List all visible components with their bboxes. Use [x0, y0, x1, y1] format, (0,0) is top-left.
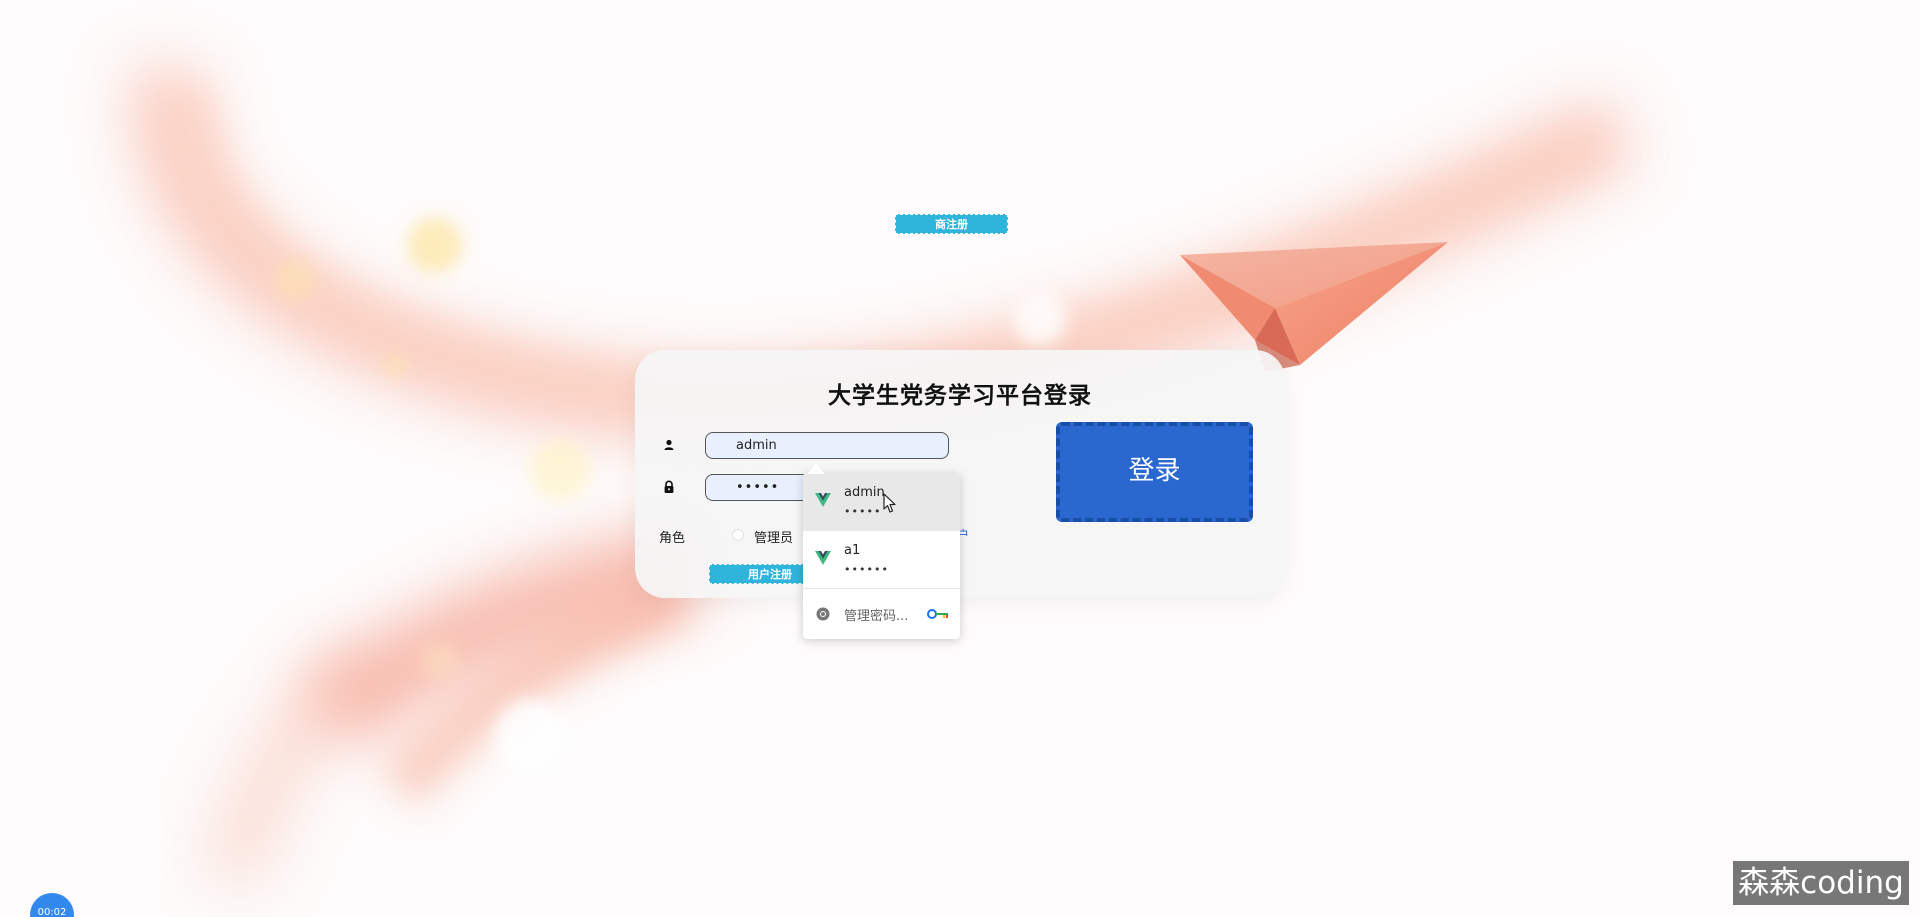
manage-passwords-item[interactable]: 管理密码...	[803, 590, 960, 639]
saved-credential-item[interactable]: a1 ••••••	[803, 531, 960, 589]
username-input[interactable]	[705, 432, 949, 459]
dropdown-caret	[807, 464, 825, 474]
vue-logo-icon	[815, 551, 831, 565]
manage-passwords-label: 管理密码...	[844, 609, 909, 624]
mouse-cursor-icon	[883, 493, 896, 513]
login-card: 大学生党务学习平台登录 角色 管理员 户 用户注册 登录	[635, 350, 1285, 598]
role-option-admin-label[interactable]: 管理员	[754, 527, 793, 546]
role-label: 角色	[659, 531, 686, 546]
key-icon	[927, 609, 948, 619]
saved-username: admin	[844, 485, 885, 500]
saved-username: a1	[844, 543, 861, 558]
role-radio-admin[interactable]	[732, 529, 744, 541]
page-title: 大学生党务学习平台登录	[828, 383, 1092, 409]
saved-credential-item[interactable]: admin •••••	[803, 473, 960, 531]
register-other-button[interactable]: 商注册	[895, 214, 1008, 234]
login-button[interactable]: 登录	[1056, 422, 1253, 522]
user-icon	[664, 439, 674, 450]
saved-password-mask: •••••	[844, 505, 882, 518]
watermark: 森森coding	[1733, 861, 1909, 905]
chrome-icon	[816, 607, 830, 621]
lock-icon	[664, 480, 674, 493]
vue-logo-icon	[815, 493, 831, 507]
recording-timer-text: 00:02	[37, 907, 67, 917]
saved-password-mask: ••••••	[844, 563, 889, 576]
password-autofill-dropdown: admin ••••• a1 •••••• 管理密码...	[803, 473, 960, 639]
